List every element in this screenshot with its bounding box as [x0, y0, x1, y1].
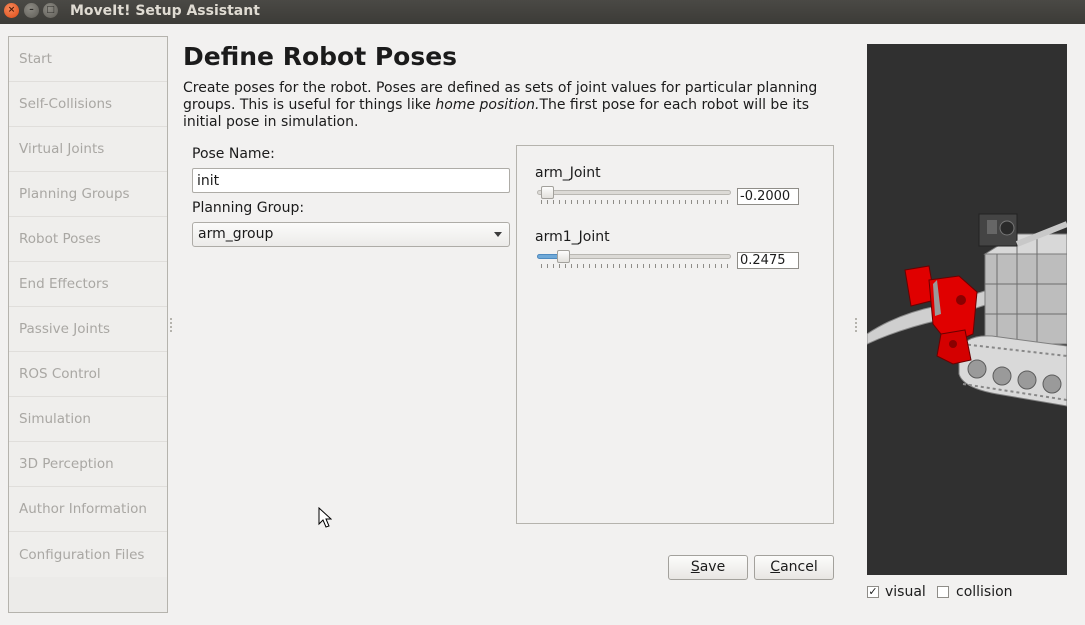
sidebar-item-ros-control[interactable]: ROS Control: [9, 352, 167, 397]
joint-slider-arm[interactable]: [537, 186, 731, 199]
slider-groove: [537, 190, 731, 195]
joint-slider-arm1[interactable]: [537, 250, 731, 263]
slider-handle[interactable]: [541, 186, 554, 199]
sidebar-item-end-effectors[interactable]: End Effectors: [9, 262, 167, 307]
visual-checkbox[interactable]: ✓: [867, 586, 879, 598]
save-mnemonic: S: [690, 559, 700, 575]
joint-values-panel: arm_Joint -0.2000 arm1_Joint 0.2475: [516, 145, 834, 524]
robot-model-render: [867, 213, 1067, 407]
chevron-down-icon: [494, 232, 502, 237]
sidebar-item-planning-groups[interactable]: Planning Groups: [9, 172, 167, 217]
sidebar-item-simulation[interactable]: Simulation: [9, 397, 167, 442]
sidebar-item-self-collisions[interactable]: Self-Collisions: [9, 82, 167, 127]
pose-name-label: Pose Name:: [192, 146, 275, 162]
cancel-mnemonic: C: [770, 559, 781, 575]
title-bar: × – □ MoveIt! Setup Assistant: [0, 0, 1085, 24]
joint-name-arm1: arm1_Joint: [535, 229, 610, 245]
sidebar-item-3d-perception[interactable]: 3D Perception: [9, 442, 167, 487]
sidebar-item-passive-joints[interactable]: Passive Joints: [9, 307, 167, 352]
planning-group-value: arm_group: [198, 226, 274, 242]
sidebar-item-start[interactable]: Start: [9, 37, 167, 82]
visual-label: visual: [885, 584, 926, 600]
robot-3d-viewport[interactable]: [867, 44, 1067, 575]
slider-ticks: [541, 200, 729, 204]
collision-checkbox[interactable]: [937, 586, 949, 598]
right-splitter-handle[interactable]: [855, 318, 857, 332]
sidebar: Start Self-Collisions Virtual Joints Pla…: [8, 36, 168, 613]
save-button[interactable]: Save: [668, 555, 748, 580]
cancel-button[interactable]: Cancel: [754, 555, 834, 580]
cancel-label: ancel: [780, 559, 818, 575]
sidebar-item-configuration-files[interactable]: Configuration Files: [9, 532, 167, 577]
sidebar-item-author-information[interactable]: Author Information: [9, 487, 167, 532]
slider-handle[interactable]: [557, 250, 570, 263]
joint-value-arm[interactable]: -0.2000: [737, 188, 799, 205]
save-label: ave: [699, 559, 726, 575]
page-description: Create poses for the robot. Poses are de…: [183, 80, 843, 131]
maximize-window-icon[interactable]: □: [43, 3, 58, 18]
planning-group-label: Planning Group:: [192, 200, 305, 216]
page-title: Define Robot Poses: [183, 42, 458, 71]
joint-name-arm: arm_Joint: [535, 165, 601, 181]
planning-group-select[interactable]: arm_group: [192, 222, 510, 247]
sidebar-item-virtual-joints[interactable]: Virtual Joints: [9, 127, 167, 172]
joint-value-arm1[interactable]: 0.2475: [737, 252, 799, 269]
mouse-cursor-icon: [318, 507, 332, 528]
close-window-icon[interactable]: ×: [4, 3, 19, 18]
minimize-window-icon[interactable]: –: [24, 3, 39, 18]
collision-label: collision: [956, 584, 1013, 600]
left-splitter-handle[interactable]: [170, 318, 172, 332]
sidebar-item-robot-poses[interactable]: Robot Poses: [9, 217, 167, 262]
window-title: MoveIt! Setup Assistant: [70, 3, 260, 19]
description-emphasis: home position.: [435, 97, 540, 113]
pose-name-input[interactable]: [192, 168, 510, 193]
slider-ticks: [541, 264, 729, 268]
